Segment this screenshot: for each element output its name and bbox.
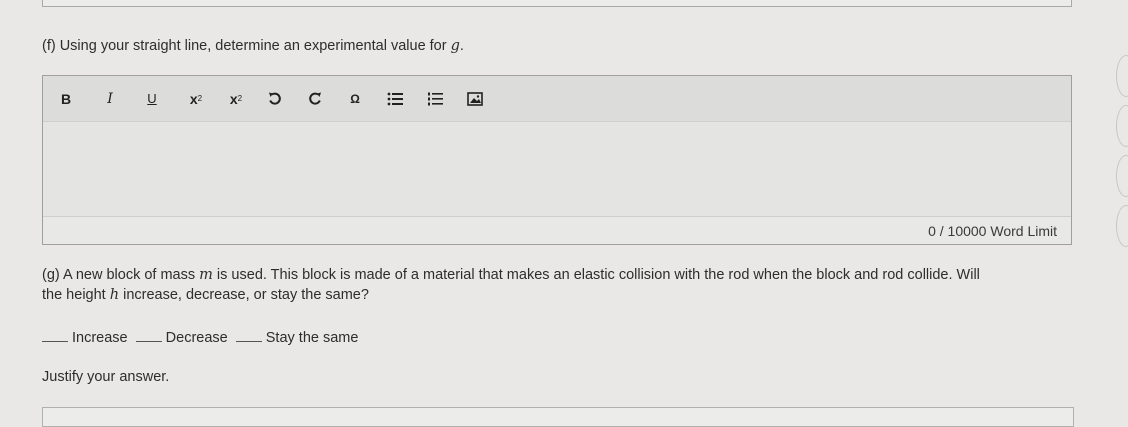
next-answer-box[interactable] [42, 407, 1074, 427]
question-f-period: . [459, 38, 464, 54]
image-icon [467, 91, 483, 106]
edge-decoration [1116, 155, 1128, 197]
variable-m: m [199, 267, 213, 283]
subscript-button[interactable]: x2 [226, 87, 246, 111]
subscript-base: x [229, 90, 238, 107]
special-characters-button[interactable]: Ω [346, 87, 364, 111]
bulleted-list-icon [387, 92, 403, 105]
increase-blank[interactable] [42, 337, 68, 342]
question-f: (f) Using your straight line, determine … [42, 36, 464, 56]
superscript-base: x [189, 90, 198, 107]
editor-footer: 0 / 10000 Word Limit [43, 216, 1071, 244]
justify-prompt: Justify your answer. [42, 369, 170, 385]
choice-stay-the-same: Stay the same [265, 330, 359, 346]
word-limit-counter: 0 / 10000 Word Limit [928, 222, 1057, 239]
italic-button[interactable]: I [103, 87, 117, 111]
choice-decrease: Decrease [165, 330, 228, 346]
edge-decoration [1116, 205, 1128, 247]
answer-choices: Increase Decrease Stay the same [42, 330, 362, 346]
stay-blank[interactable] [235, 337, 262, 342]
previous-answer-box [42, 0, 1072, 7]
decrease-blank[interactable] [135, 337, 162, 342]
redo-icon [309, 92, 321, 105]
redo-button[interactable] [306, 87, 324, 111]
editor-toolbar: B I U x2 x2 Ω [43, 76, 1071, 122]
edge-decoration [1116, 55, 1128, 97]
bold-button[interactable]: B [59, 87, 73, 111]
question-g-text-4: increase, decrease, or stay the same? [119, 287, 369, 303]
undo-icon [269, 92, 281, 105]
choice-increase: Increase [72, 330, 128, 346]
question-g-text-3: the height [42, 287, 110, 303]
undo-button[interactable] [266, 87, 284, 111]
question-g-text-2: is used. This block is made of a materia… [212, 267, 980, 283]
question-g-text-1: (g) A new block of mass [42, 267, 200, 283]
rich-text-editor: B I U x2 x2 Ω 0 / 10000 Word Limit [42, 75, 1072, 245]
subscript-index: 2 [237, 94, 243, 103]
insert-image-button[interactable] [466, 87, 484, 111]
numbered-list-icon [428, 92, 443, 105]
variable-h: h [109, 287, 120, 303]
edge-decoration [1116, 105, 1128, 147]
superscript-exp: 2 [197, 94, 203, 103]
editor-text-area[interactable] [43, 122, 1071, 216]
underline-button[interactable]: U [145, 87, 159, 111]
question-g: (g) A new block of mass m is used. This … [42, 265, 1072, 305]
bulleted-list-button[interactable] [386, 87, 404, 111]
superscript-button[interactable]: x2 [186, 87, 206, 111]
question-f-text: (f) Using your straight line, determine … [42, 38, 451, 54]
numbered-list-button[interactable] [426, 87, 444, 111]
variable-g: g [450, 38, 460, 54]
